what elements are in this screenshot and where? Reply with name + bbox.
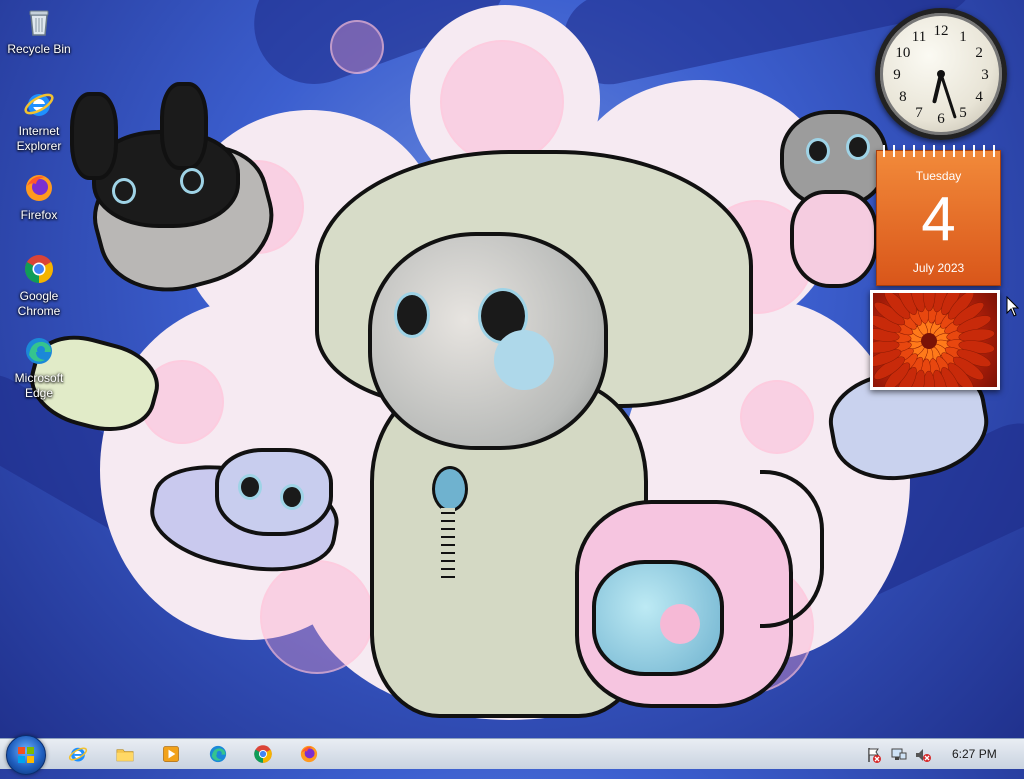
desktop[interactable]: Recycle Bin Internet Explorer Firefox Go… <box>0 0 1024 738</box>
clock-numeral: 4 <box>975 89 983 105</box>
slideshow-gadget[interactable] <box>870 290 1000 390</box>
clock-numeral: 2 <box>975 45 983 61</box>
edge-icon <box>209 745 227 763</box>
clock-numeral: 5 <box>959 105 967 121</box>
clock-numeral: 12 <box>934 23 949 39</box>
mouse-cursor-icon <box>1006 296 1020 317</box>
network-icon[interactable] <box>891 747 907 763</box>
taskbar-internet-explorer[interactable] <box>66 742 90 766</box>
taskbar-chrome[interactable] <box>251 742 275 766</box>
desktop-icon-label: Microsoft Edge <box>14 371 64 400</box>
edge-icon <box>26 338 52 364</box>
clock-hour-hand <box>932 72 943 104</box>
volume-muted-icon[interactable] <box>915 747 931 763</box>
clock-face: 1234567891011 12 <box>893 23 989 127</box>
chrome-icon <box>25 255 53 283</box>
desktop-icon-label: Google Chrome <box>17 289 61 318</box>
clock-numeral: 3 <box>981 67 989 83</box>
internet-explorer-icon <box>24 93 54 116</box>
clock-gadget[interactable]: 1 2 3 4 5 6 7 8 9 10 11 12 <box>875 8 1007 140</box>
file-explorer-icon <box>116 749 134 762</box>
taskbar-firefox[interactable] <box>297 742 321 766</box>
system-clock[interactable]: 6:27 PM <box>952 747 997 761</box>
action-center-icon[interactable] <box>866 747 882 763</box>
clock-numeral: 6 <box>937 111 945 127</box>
taskbar: 6:27 PM <box>0 735 1024 775</box>
taskbar-file-explorer[interactable] <box>113 742 137 766</box>
calendar-weekday: Tuesday <box>915 169 962 183</box>
firefox-icon <box>300 745 318 763</box>
calendar-day-number: 4 <box>921 185 956 254</box>
desktop-icon-recycle-bin[interactable]: Recycle Bin <box>4 6 74 57</box>
media-player-icon <box>163 746 179 762</box>
taskbar-edge[interactable] <box>206 742 230 766</box>
recycle-bin-icon <box>29 10 49 36</box>
desktop-icon-label: Internet Explorer <box>16 124 62 153</box>
clock-numeral: 1 <box>959 29 967 45</box>
flower-photo <box>873 293 995 387</box>
clock-numeral: 8 <box>899 89 907 105</box>
windows-logo-icon <box>18 747 34 763</box>
start-button[interactable] <box>6 735 46 775</box>
taskbar-media-player[interactable] <box>159 742 183 766</box>
desktop-icon-microsoft-edge[interactable]: Microsoft Edge <box>4 335 74 401</box>
desktop-icon-label: Recycle Bin <box>7 42 71 56</box>
calendar-month-year: July 2023 <box>912 261 965 275</box>
desktop-icon-label: Firefox <box>20 208 58 222</box>
firefox-icon <box>26 175 52 201</box>
calendar-rings <box>877 145 1000 157</box>
clock-numeral: 10 <box>895 45 910 61</box>
internet-explorer-icon <box>68 747 88 762</box>
calendar-gadget[interactable]: Tuesday 4 July 2023 <box>876 145 1001 286</box>
desktop-icon-internet-explorer[interactable]: Internet Explorer <box>4 88 74 154</box>
desktop-icon-google-chrome[interactable]: Google Chrome <box>4 253 74 319</box>
clock-numeral: 9 <box>893 67 901 83</box>
desktop-icon-firefox[interactable]: Firefox <box>4 172 74 223</box>
clock-numeral: 11 <box>912 29 926 45</box>
chrome-icon <box>254 745 272 763</box>
clock-numeral: 7 <box>915 105 923 121</box>
